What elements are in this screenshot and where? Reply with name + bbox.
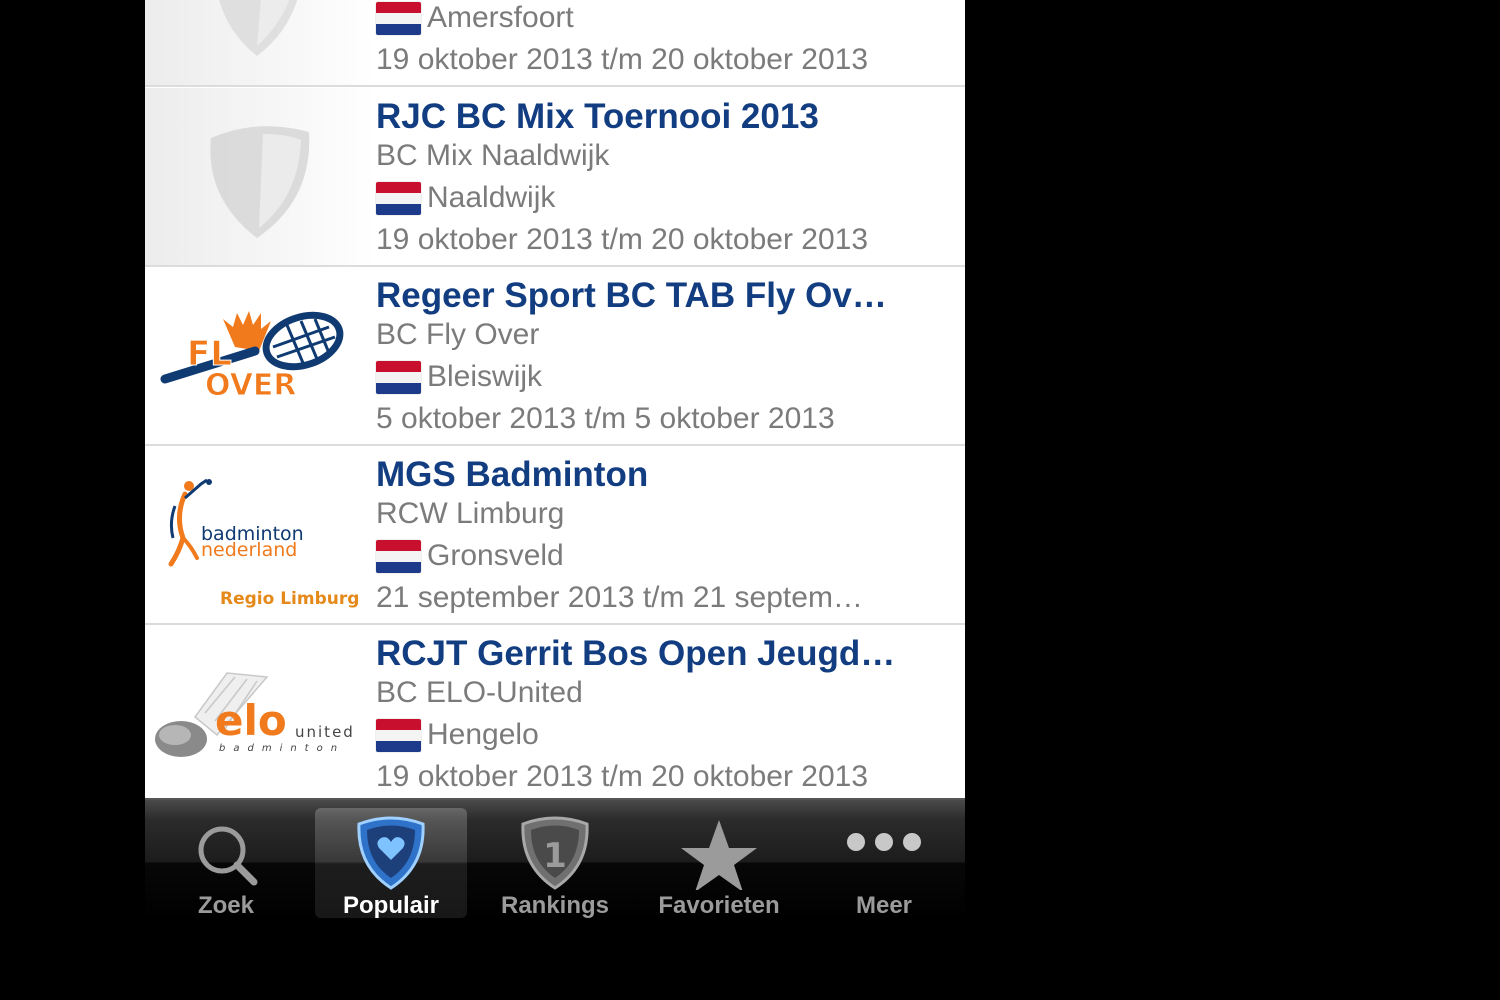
tab-label: Populair (342, 892, 439, 919)
location-label: Gronsveld (427, 539, 564, 572)
tab-meer[interactable]: Meer (808, 808, 960, 919)
tournament-row[interactable]: elo united badminton RCJT Gerrit Bos Ope… (145, 625, 965, 798)
tab-label: Favorieten (658, 892, 780, 919)
logo-text: Regio Limburg (220, 589, 359, 609)
svg-text:1: 1 (543, 836, 567, 876)
tournament-row[interactable]: Amersfoort 19 oktober 2013 t/m 20 oktobe… (145, 0, 965, 87)
tournament-dates: 19 oktober 2013 t/m 20 oktober 2013 (376, 760, 869, 793)
tournament-dates: 19 oktober 2013 t/m 20 oktober 2013 (376, 223, 869, 256)
tab-populair[interactable]: Populair (315, 808, 467, 919)
tab-favorieten[interactable]: Favorieten (643, 808, 795, 919)
tournament-organizer: BC Mix Naaldwijk (376, 139, 610, 172)
tournament-dates: 5 oktober 2013 t/m 5 oktober 2013 (376, 402, 835, 435)
fly-over-logo: FL OVER (145, 267, 365, 444)
tab-label: Zoek (197, 892, 254, 919)
location-label: Bleiswijk (427, 360, 543, 393)
tournament-organizer: BC ELO-United (376, 676, 583, 709)
tab-label: Meer (855, 892, 913, 919)
tournament-row[interactable]: FL OVER Regeer Sport BC TAB Fly Ov… BC F… (145, 267, 965, 446)
location-label: Naaldwijk (427, 181, 556, 214)
shield-placeholder-icon (145, 0, 365, 85)
netherlands-flag-icon (376, 2, 421, 35)
badminton-nederland-logo: badminton nederland Regio Limburg (145, 446, 365, 623)
tournament-organizer: BC Fly Over (376, 318, 540, 351)
logo-text: nederland (201, 539, 297, 561)
logo-text: united (295, 723, 355, 741)
location-label: Hengelo (427, 718, 539, 751)
search-icon (150, 812, 302, 890)
netherlands-flag-icon (376, 719, 421, 752)
star-icon (643, 812, 795, 892)
heart-shield-icon (315, 812, 467, 890)
shield-placeholder-icon (145, 88, 365, 265)
tournament-list[interactable]: Amersfoort 19 oktober 2013 t/m 20 oktobe… (145, 0, 965, 798)
tournament-title: MGS Badminton (376, 455, 649, 494)
netherlands-flag-icon (376, 540, 421, 573)
netherlands-flag-icon (376, 361, 421, 394)
tournament-row[interactable]: RJC BC Mix Toernooi 2013 BC Mix Naaldwij… (145, 88, 965, 267)
logo-text: badminton (219, 743, 345, 754)
svg-text:OVER: OVER (205, 368, 297, 403)
logo-text: elo (215, 696, 287, 745)
tournament-dates: 21 september 2013 t/m 21 septem… (376, 581, 863, 614)
elo-united-logo: elo united badminton (145, 625, 365, 798)
tournament-title: RCJT Gerrit Bos Open Jeugd… (376, 634, 896, 673)
tournament-organizer: RCW Limburg (376, 497, 565, 530)
more-icon (808, 812, 960, 890)
tournament-dates: 19 oktober 2013 t/m 20 oktober 2013 (376, 43, 869, 76)
netherlands-flag-icon (376, 182, 421, 215)
tab-rankings[interactable]: 1 Rankings (479, 808, 631, 919)
ranking-shield-icon: 1 (479, 812, 631, 890)
tournament-title: Regeer Sport BC TAB Fly Ov… (376, 276, 887, 315)
tab-zoek[interactable]: Zoek (150, 808, 302, 919)
tournament-row[interactable]: badminton nederland Regio Limburg MGS Ba… (145, 446, 965, 625)
location-label: Amersfoort (427, 1, 574, 34)
tab-bar: Zoek Populair 1 Rankings Favorieten Meer (145, 798, 965, 920)
app-screen: Amersfoort 19 oktober 2013 t/m 20 oktobe… (145, 0, 965, 1000)
tournament-title: RJC BC Mix Toernooi 2013 (376, 97, 819, 136)
tab-label: Rankings (500, 892, 610, 919)
